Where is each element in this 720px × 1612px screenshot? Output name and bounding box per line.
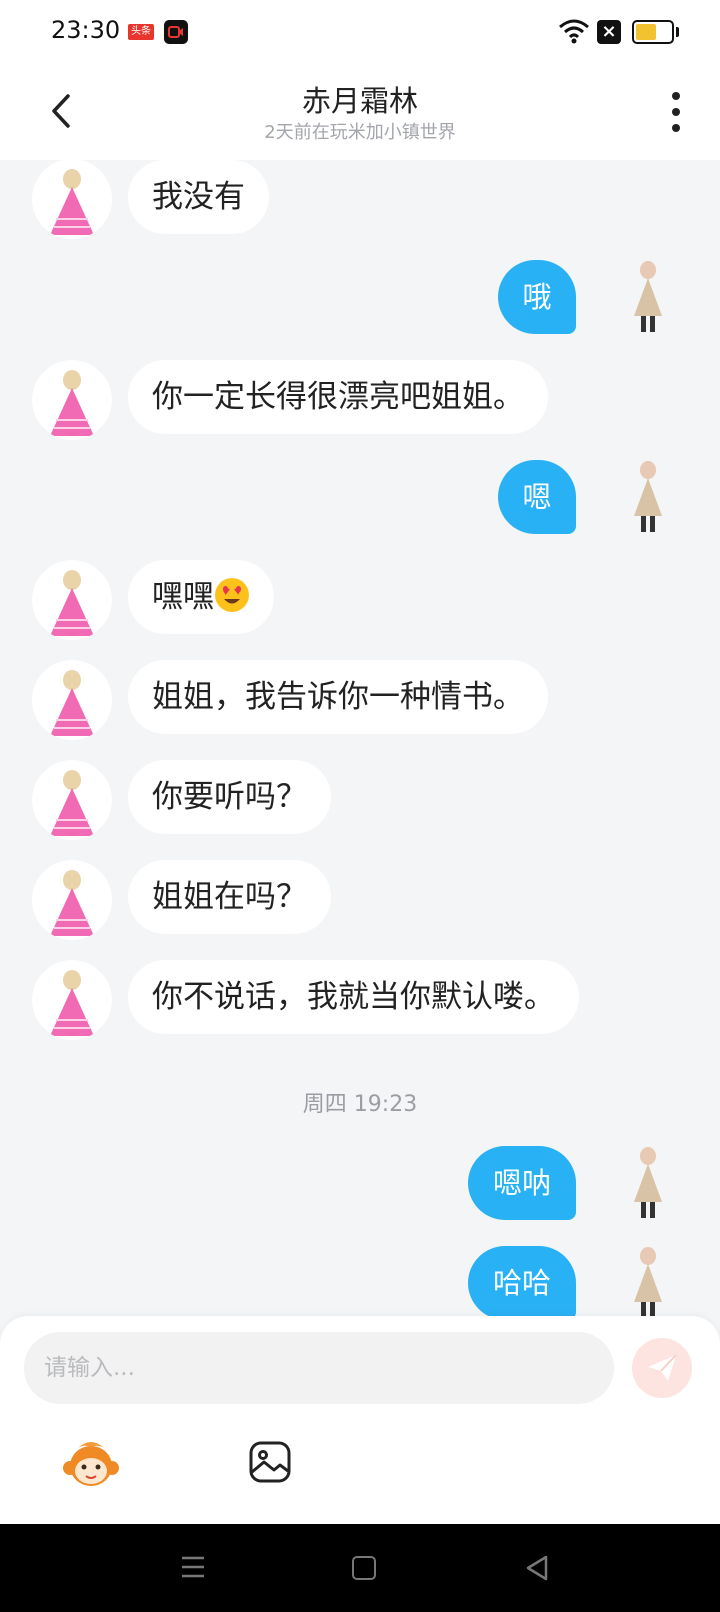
more-dot	[672, 108, 680, 116]
message-bubble-incoming[interactable]: 姐姐，我告诉你一种情书。	[128, 660, 548, 734]
battery-tip	[676, 27, 679, 37]
my-avatar[interactable]	[608, 256, 688, 336]
message-bubble-incoming[interactable]: 我没有	[128, 160, 269, 234]
my-avatar[interactable]	[608, 456, 688, 536]
battery-icon	[632, 20, 674, 44]
toutiao-app-icon: 头条	[128, 24, 154, 40]
composer-panel	[0, 1316, 720, 1524]
battery-level	[636, 24, 656, 40]
message-bubble-outgoing[interactable]: 哈哈	[468, 1246, 576, 1320]
timestamp-divider: 周四 19:23	[302, 1092, 418, 1117]
more-dot	[672, 124, 680, 132]
message-bubble-outgoing[interactable]: 嗯呐	[468, 1146, 576, 1220]
contact-avatar[interactable]	[32, 660, 112, 740]
contact-avatar[interactable]	[32, 760, 112, 840]
message-input[interactable]	[24, 1332, 614, 1404]
signal-off-icon: ×	[597, 20, 621, 44]
message-bubble-outgoing[interactable]: 嗯	[498, 460, 576, 534]
message-bubble-incoming[interactable]: 你要听吗？	[128, 760, 331, 834]
contact-avatar[interactable]	[32, 860, 112, 940]
mascot-sticker-button[interactable]	[62, 1438, 120, 1490]
home-button-icon[interactable]	[352, 1556, 376, 1580]
message-bubble-incoming[interactable]: 你一定长得很漂亮吧姐姐。	[128, 360, 548, 434]
image-picker-button[interactable]	[248, 1440, 292, 1484]
heart-eyes-emoji-icon	[215, 578, 249, 612]
system-nav-bar	[0, 1524, 720, 1612]
my-avatar[interactable]	[608, 1242, 688, 1320]
message-bubble-incoming[interactable]: 嘿嘿	[128, 560, 274, 634]
image-icon	[249, 1441, 291, 1483]
more-vertical-icon	[672, 92, 680, 100]
message-text: 嘿嘿	[152, 579, 214, 615]
contact-avatar[interactable]	[32, 160, 112, 239]
back-triangle-icon[interactable]	[524, 1554, 550, 1582]
wifi-icon	[559, 19, 589, 44]
message-bubble-outgoing[interactable]: 哦	[498, 260, 576, 334]
recent-apps-icon[interactable]	[180, 1554, 206, 1580]
chat-messages: 我没有 哦 你一定长得很漂亮吧姐姐。 嗯 嘿嘿 姐姐，我告诉你一种情书。 你要听…	[0, 160, 720, 1320]
my-avatar[interactable]	[608, 1142, 688, 1222]
chat-header: 赤月霜林 2天前在玩米加小镇世界	[0, 64, 720, 160]
paper-plane-icon	[648, 1354, 677, 1381]
contact-status: 2天前在玩米加小镇世界	[264, 122, 456, 143]
status-bar: 23:30 头条 ×	[0, 0, 720, 64]
message-bubble-incoming[interactable]: 姐姐在吗？	[128, 860, 331, 934]
monkey-mascot-icon	[63, 1442, 119, 1486]
contact-avatar[interactable]	[32, 960, 112, 1040]
contact-avatar[interactable]	[32, 560, 112, 640]
more-options-button[interactable]	[664, 90, 688, 134]
message-bubble-incoming[interactable]: 你不说话，我就当你默认喽。	[128, 960, 579, 1034]
screen-record-icon	[164, 20, 188, 44]
contact-name: 赤月霜林	[301, 84, 418, 118]
status-time: 23:30	[51, 16, 121, 44]
send-button[interactable]	[632, 1338, 692, 1398]
contact-avatar[interactable]	[32, 360, 112, 440]
